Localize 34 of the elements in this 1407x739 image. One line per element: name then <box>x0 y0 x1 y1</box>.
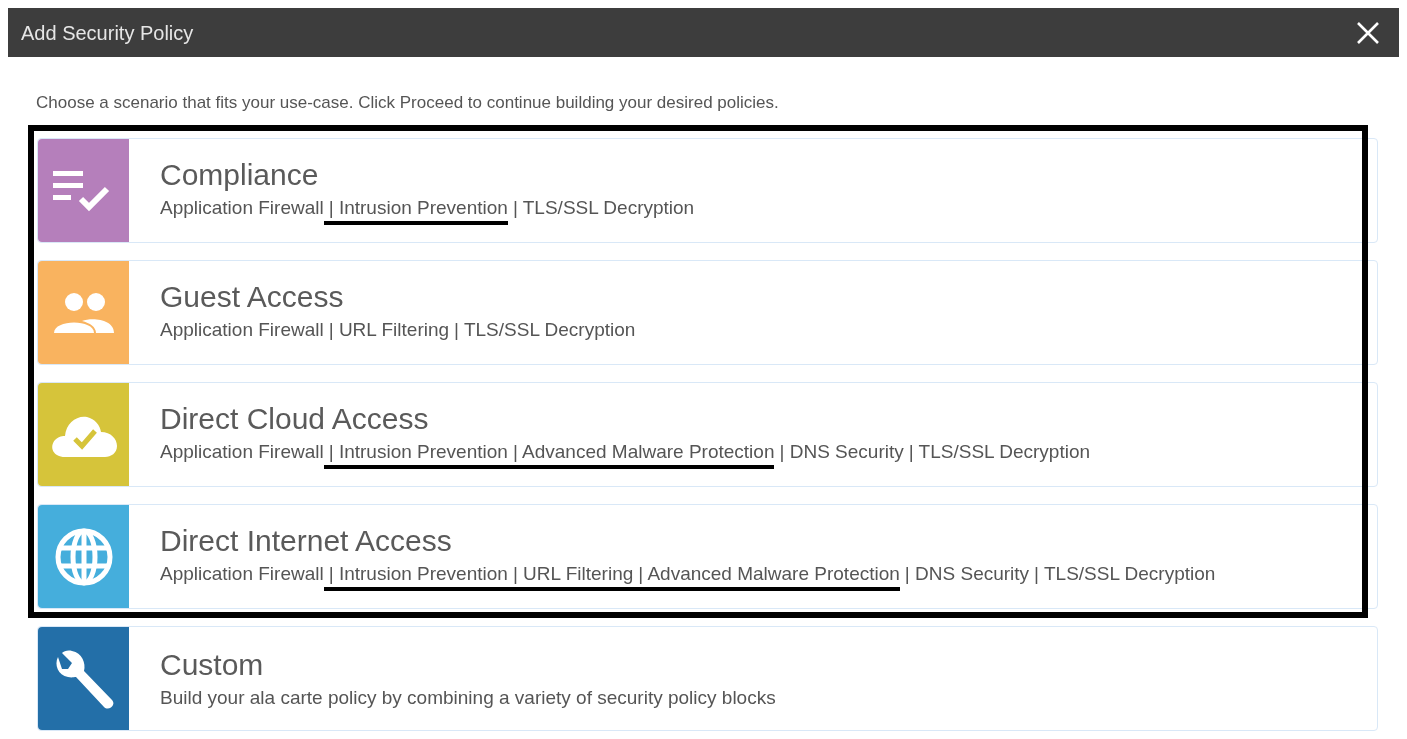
feature-label: | Intrusion Prevention <box>323 195 508 225</box>
scenario-title: Guest Access <box>160 278 345 315</box>
feature-label: Application Firewall <box>160 439 324 464</box>
feature-label: | DNS Security <box>778 439 904 464</box>
scenario-card[interactable]: Compliance Application Firewall | Intrusion Prevention | TLS/SSL Decryption <box>37 138 1378 243</box>
feature-label: | Advanced Malware Protection <box>633 561 900 591</box>
feature-label: | Intrusion Prevention <box>323 439 508 469</box>
scenario-description: Build your ala carte policy by combining a variety of security policy blocks <box>160 686 776 710</box>
feature-label: Application Firewall <box>160 317 324 342</box>
scenario-card[interactable]: Guest Access Application Firewall | URL Filtering | TLS/SSL Decryption <box>37 260 1378 365</box>
feature-label: | TLS/SSL Decryption <box>511 195 695 220</box>
scenario-title: Custom <box>160 647 265 683</box>
feature-label: | TLS/SSL Decryption <box>1033 561 1216 586</box>
window-title: Add Security Policy <box>21 20 194 46</box>
feature-label: | URL Filtering <box>507 561 634 591</box>
scenario-title: Compliance <box>160 156 320 193</box>
feature-label: | URL Filtering <box>327 317 450 342</box>
scenario-card[interactable]: Direct Cloud Access Application Firewall | Intrusion Prevention | Advanced Malware Protection | DNS Security | TLS/SSL Decryption <box>37 382 1378 487</box>
people-icon <box>51 290 116 335</box>
feature-label: | DNS Security <box>903 561 1030 586</box>
feature-label: Application Firewall <box>160 561 324 586</box>
scenario-title: Direct Internet Access <box>160 522 453 559</box>
feature-label: | TLS/SSL Decryption <box>907 439 1091 464</box>
feature-label: | Intrusion Prevention <box>323 561 508 591</box>
feature-label: | Advanced Malware Protection <box>507 439 775 469</box>
feature-label: Application Firewall <box>160 195 324 220</box>
close-icon <box>1356 20 1380 45</box>
intro-text: Choose a scenario that fits your use-case. Click Proceed to continue building your desired policies. <box>36 92 780 114</box>
scenario-title: Direct Cloud Access <box>160 400 430 437</box>
feature-label: | TLS/SSL Decryption <box>453 317 636 342</box>
scenario-card[interactable]: Direct Internet Access Application Firewall | Intrusion Prevention | URL Filtering | Advanced Malware Protection | DNS Security | TLS/SSL Decryption <box>37 504 1378 609</box>
globe-icon <box>53 526 114 587</box>
scenario-card[interactable]: Custom Build your ala carte policy by combining a variety of security policy blocks <box>37 626 1378 731</box>
close-button[interactable] <box>1355 19 1381 46</box>
